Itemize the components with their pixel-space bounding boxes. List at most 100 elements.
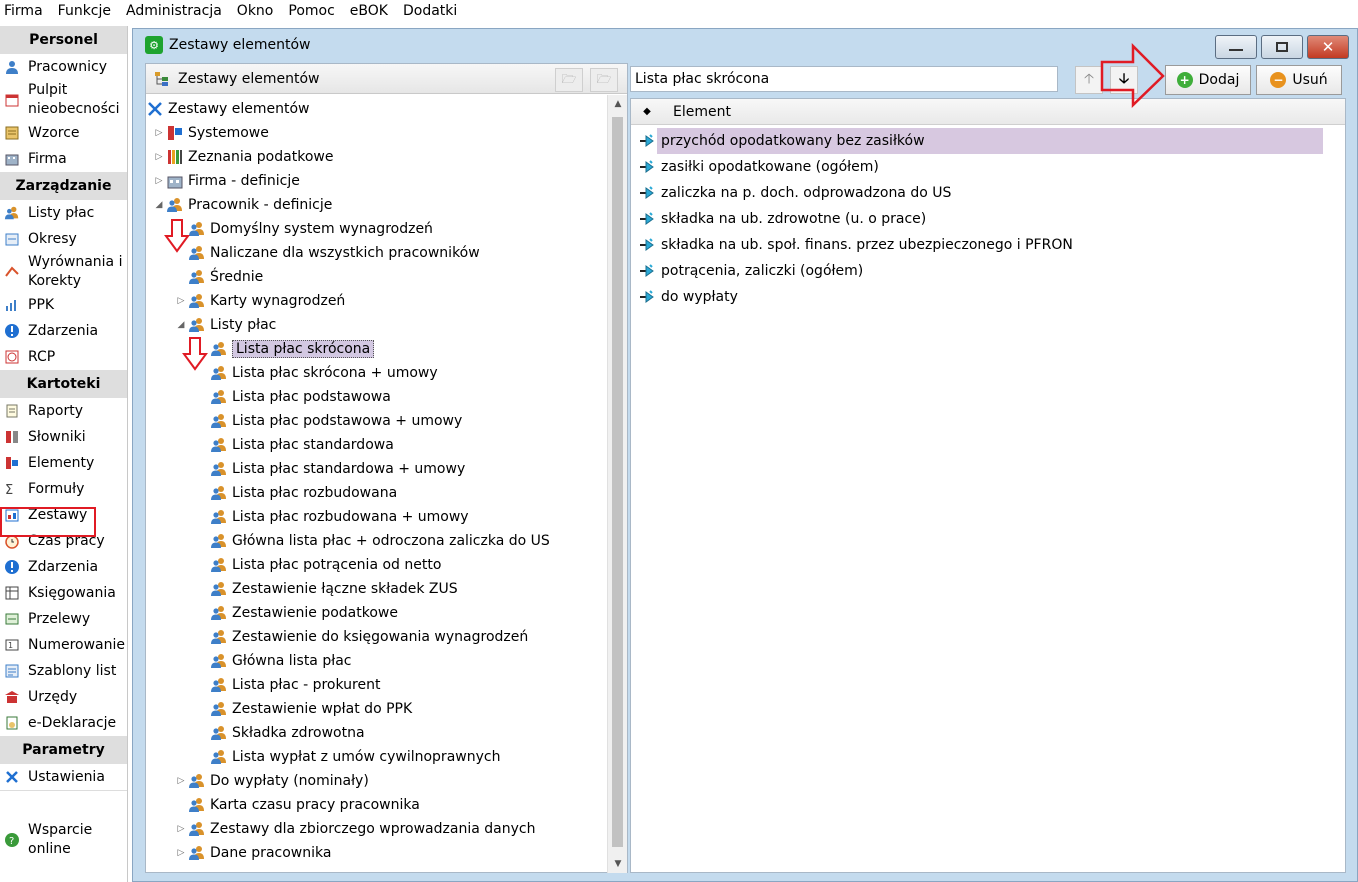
nav-item[interactable]: e-Deklaracje <box>0 710 127 736</box>
close-button[interactable]: ✕ <box>1307 35 1349 59</box>
nav-item[interactable]: Raporty <box>0 398 127 424</box>
move-down-button[interactable]: 🡣 <box>1110 66 1138 94</box>
remove-button[interactable]: − Usuń <box>1256 65 1342 95</box>
tree-node[interactable]: Lista płac standardowa + umowy <box>196 457 465 481</box>
menu-item[interactable]: Firma <box>4 3 43 19</box>
nav-item[interactable]: Przelewy <box>0 606 127 632</box>
nav-item[interactable]: Wyrównania i Korekty <box>0 252 127 292</box>
tree-node[interactable]: Zestawienie wpłat do PPK <box>196 697 412 721</box>
nav-item[interactable]: Wzorce <box>0 120 127 146</box>
nav-item[interactable]: RCP <box>0 344 127 370</box>
column-element-header[interactable]: Element <box>673 104 731 120</box>
support-online-link[interactable]: ? Wsparcie online <box>0 820 127 860</box>
tree-node[interactable]: Lista płac rozbudowana + umowy <box>196 505 469 529</box>
nav-item[interactable]: Zdarzenia <box>0 554 127 580</box>
nav-section-header[interactable]: Personel <box>0 26 127 54</box>
menu-item[interactable]: Dodatki <box>403 3 457 19</box>
tree-node[interactable]: Główna lista płac <box>196 649 351 673</box>
expand-icon[interactable]: ▷ <box>174 296 188 306</box>
tree-node[interactable]: Lista płac podstawowa + umowy <box>196 409 462 433</box>
nav-item-label: Elementy <box>28 454 95 471</box>
grid-row[interactable]: potrącenia, zaliczki (ogółem) <box>631 258 1347 284</box>
nav-item[interactable]: Elementy <box>0 450 127 476</box>
nav-item[interactable]: Ustawienia <box>0 764 127 790</box>
tree-node[interactable]: Domyślny system wynagrodzeń <box>174 217 433 241</box>
nav-item[interactable]: Zdarzenia <box>0 318 127 344</box>
tree-node[interactable]: Lista płac potrącenia od netto <box>196 553 441 577</box>
collapse-icon[interactable]: ◢ <box>152 200 166 210</box>
nav-item[interactable]: Urzędy <box>0 684 127 710</box>
expand-icon[interactable]: ▷ <box>174 776 188 786</box>
tree-node[interactable]: ◢ Pracownik - definicje <box>152 193 333 217</box>
menu-item[interactable]: Pomoc <box>288 3 334 19</box>
tree-node[interactable]: Główna lista płac + odroczona zaliczka d… <box>196 529 550 553</box>
nav-item[interactable]: Zestawy <box>0 502 127 528</box>
expand-icon[interactable]: ▷ <box>174 824 188 834</box>
expand-icon[interactable]: ▷ <box>152 152 166 162</box>
set-name-field[interactable]: Lista płac skrócona <box>630 66 1058 92</box>
nav-section-header[interactable]: Zarządzanie <box>0 172 127 200</box>
minimize-button[interactable] <box>1215 35 1257 59</box>
tree-node[interactable]: ▷ Do wypłaty (nominały) <box>174 769 369 793</box>
menu-item[interactable]: Funkcje <box>58 3 111 19</box>
collapse-icon[interactable]: ◢ <box>174 320 188 330</box>
nav-item[interactable]: Listy płac <box>0 200 127 226</box>
tree-scrollbar[interactable]: ▲ ▼ <box>607 95 627 873</box>
grid-row[interactable]: zaliczka na p. doch. odprowadzona do US <box>631 180 1347 206</box>
tree-node-selected[interactable]: Lista płac skrócona <box>196 337 375 361</box>
menu-item[interactable]: Administracja <box>126 3 222 19</box>
grid-row[interactable]: składka na ub. społ. finans. przez ubezp… <box>631 232 1347 258</box>
tree-node[interactable]: Zestawienie łączne składek ZUS <box>196 577 458 601</box>
tree-node[interactable]: Składka zdrowotna <box>196 721 365 745</box>
nav-item[interactable]: Szablony list <box>0 658 127 684</box>
expand-icon[interactable]: ▷ <box>152 128 166 138</box>
grid-row-selected[interactable]: przychód opodatkowany bez zasiłków <box>631 128 1347 154</box>
nav-item[interactable]: Czas pracy <box>0 528 127 554</box>
nav-item[interactable]: PPK <box>0 292 127 318</box>
nav-item[interactable]: Σ Formuły <box>0 476 127 502</box>
tree-node[interactable]: Średnie <box>174 265 263 289</box>
add-button[interactable]: + Dodaj <box>1165 65 1251 95</box>
nav-item[interactable]: Słowniki <box>0 424 127 450</box>
grid-row[interactable]: zasiłki opodatkowane (ogółem) <box>631 154 1347 180</box>
tree-node[interactable]: Lista wypłat z umów cywilnoprawnych <box>196 745 500 769</box>
nav-item[interactable]: Pracownicy <box>0 54 127 80</box>
tree-node[interactable]: Lista płac skrócona + umowy <box>196 361 438 385</box>
menu-item[interactable]: Okno <box>237 3 274 19</box>
maximize-button[interactable] <box>1261 35 1303 59</box>
tree-node[interactable]: Lista płac rozbudowana <box>196 481 397 505</box>
grid-row[interactable]: składka na ub. zdrowotne (u. o prace) <box>631 206 1347 232</box>
nav-item[interactable]: Firma <box>0 146 127 172</box>
nav-item[interactable]: 1 Numerowanie <box>0 632 127 658</box>
tree-node[interactable]: Lista płac podstawowa <box>196 385 391 409</box>
nav-item[interactable]: Pulpit nieobecności <box>0 80 127 120</box>
nav-section-header[interactable]: Kartoteki <box>0 370 127 398</box>
tree-node[interactable]: Lista płac - prokurent <box>196 673 380 697</box>
expand-icon[interactable]: ▷ <box>174 848 188 858</box>
menu-item[interactable]: eBOK <box>350 3 388 19</box>
nav-item[interactable]: Księgowania <box>0 580 127 606</box>
tree-node[interactable]: Zestawienie do księgowania wynagrodzeń <box>196 625 528 649</box>
expand-icon[interactable]: ▷ <box>152 176 166 186</box>
tree-node[interactable]: ▷ Zestawy dla zbiorczego wprowadzania dan… <box>174 817 536 841</box>
move-up-button[interactable]: 🡡 <box>1075 66 1103 94</box>
tree-node[interactable]: Zestawienie podatkowe <box>196 601 398 625</box>
tree-node[interactable]: ▷ Zeznania podatkowe <box>152 145 334 169</box>
scroll-down-icon[interactable]: ▼ <box>608 855 628 873</box>
tree-node[interactable]: Karta czasu pracy pracownika <box>174 793 420 817</box>
tree-node[interactable]: Naliczane dla wszystkich pracowników <box>174 241 480 265</box>
nav-section-header[interactable]: Parametry <box>0 736 127 764</box>
tree-node[interactable]: ▷ Firma - definicje <box>152 169 300 193</box>
tree-node[interactable]: Lista płac standardowa <box>196 433 394 457</box>
nav-item[interactable]: Okresy <box>0 226 127 252</box>
delete-folder-button[interactable]: 🗁 <box>590 68 618 92</box>
new-folder-button[interactable]: 🗁 <box>555 68 583 92</box>
scroll-thumb[interactable] <box>612 117 623 847</box>
scroll-up-icon[interactable]: ▲ <box>608 95 628 113</box>
tree-node[interactable]: Zestawy elementów <box>146 97 310 121</box>
tree-node[interactable]: ◢ Listy płac <box>174 313 277 337</box>
tree-node[interactable]: ▷ Dane pracownika <box>174 841 332 865</box>
grid-row[interactable]: do wypłaty <box>631 284 1347 310</box>
tree-node[interactable]: ▷ Karty wynagrodzeń <box>174 289 346 313</box>
tree-node[interactable]: ▷ Systemowe <box>152 121 269 145</box>
